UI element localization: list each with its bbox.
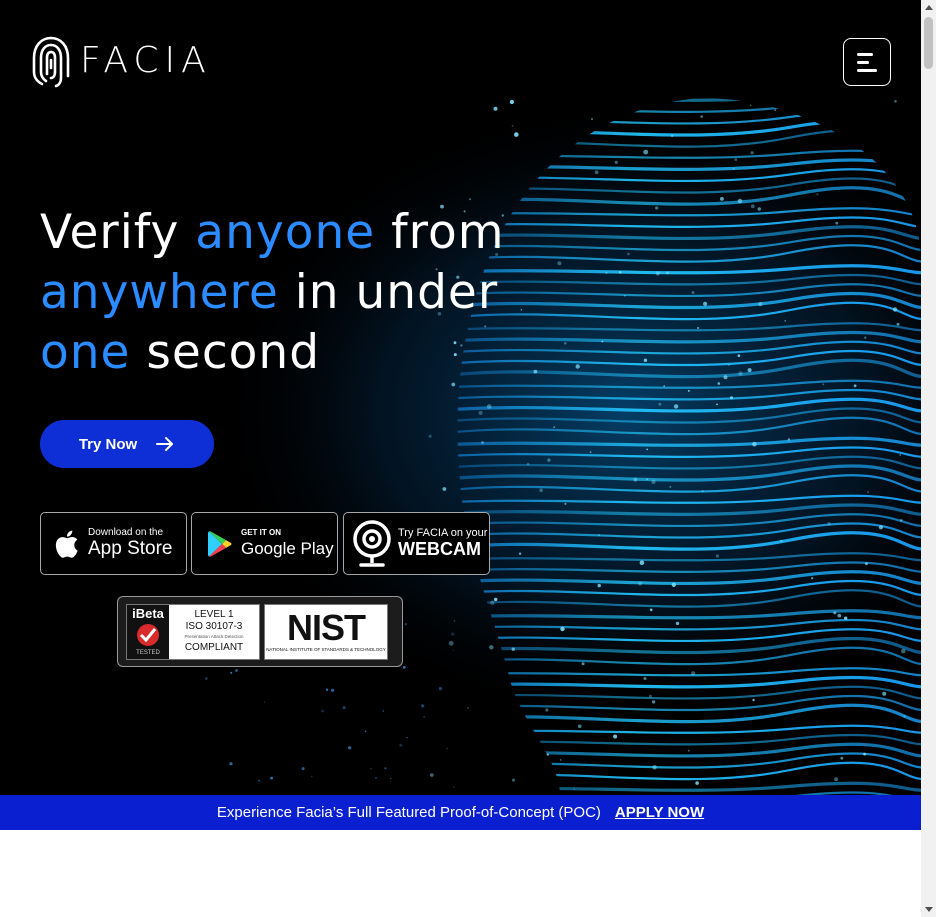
scroll-up-arrow-icon[interactable] [921,0,936,15]
hamburger-menu-icon [857,52,873,56]
hero-section: FACIA Verify anyone from anywhere in und… [0,0,921,795]
nist-caption: NATIONAL INSTITUTE OF STANDARDS & TECHNO… [266,647,386,652]
google-play-label: Google Play [241,539,334,558]
scroll-thumb[interactable] [924,17,933,69]
checkmark-shield-icon [137,624,159,646]
google-play-icon [208,530,232,557]
webcam-label: WEBCAM [398,539,481,559]
brand-logo[interactable]: FACIA [30,32,212,88]
ibeta-badge: iBeta TESTED LEVEL 1 ISO 30107-3 Present… [126,603,260,660]
ibeta-tested: TESTED [136,649,160,656]
webcam-icon [353,519,391,567]
ibeta-pad: Presentation Attack Detection [184,633,244,639]
ibeta-brand: iBeta [132,605,164,621]
headline-highlight: anyone [195,205,376,260]
arrow-right-icon [156,437,174,451]
try-now-button[interactable]: Try Now [40,420,214,468]
page-scrollbar[interactable] [921,0,936,917]
headline-word: second [146,325,321,380]
headline-word: from [391,205,505,260]
headline-highlight: one [40,325,131,380]
ibeta-compliant: COMPLIANT [184,641,244,653]
nist-logo: NIST [286,607,366,648]
poc-banner: Experience Facia’s Full Featured Proof-o… [0,795,921,830]
headline-word: in under [294,265,499,320]
hero-headline: Verify anyone from anywhere in under one… [40,203,505,383]
app-store-label: App Store [88,538,173,559]
ibeta-iso: ISO 30107-3 [185,620,243,632]
webcam-badge[interactable]: Try FACIA on your WEBCAM [343,512,490,575]
fingerprint-icon [32,36,70,88]
headline-highlight: anywhere [40,265,279,320]
google-play-small-text: GET IT ON [241,528,281,537]
brand-name: FACIA [80,39,212,81]
hamburger-menu-button[interactable] [843,38,891,86]
app-store-badge[interactable]: Download on the App Store [40,512,187,575]
digital-head-illustration [0,98,921,795]
headline-word: Verify [40,205,180,260]
page: FACIA Verify anyone from anywhere in und… [0,0,921,917]
webcam-small-text: Try FACIA on your [398,527,488,539]
certification-badges: iBeta TESTED LEVEL 1 ISO 30107-3 Present… [117,596,403,667]
scroll-down-arrow-icon[interactable] [921,902,936,917]
app-store-small-text: Download on the [88,527,164,538]
ibeta-level: LEVEL 1 [194,608,234,620]
google-play-badge[interactable]: GET IT ON Google Play [191,512,338,575]
nist-badge: NIST NATIONAL INSTITUTE OF STANDARDS & T… [264,603,388,660]
apple-icon [55,530,78,558]
apply-now-link[interactable]: APPLY NOW [615,804,704,821]
try-now-label: Try Now [78,435,138,453]
banner-text: Experience Facia’s Full Featured Proof-o… [216,804,601,821]
